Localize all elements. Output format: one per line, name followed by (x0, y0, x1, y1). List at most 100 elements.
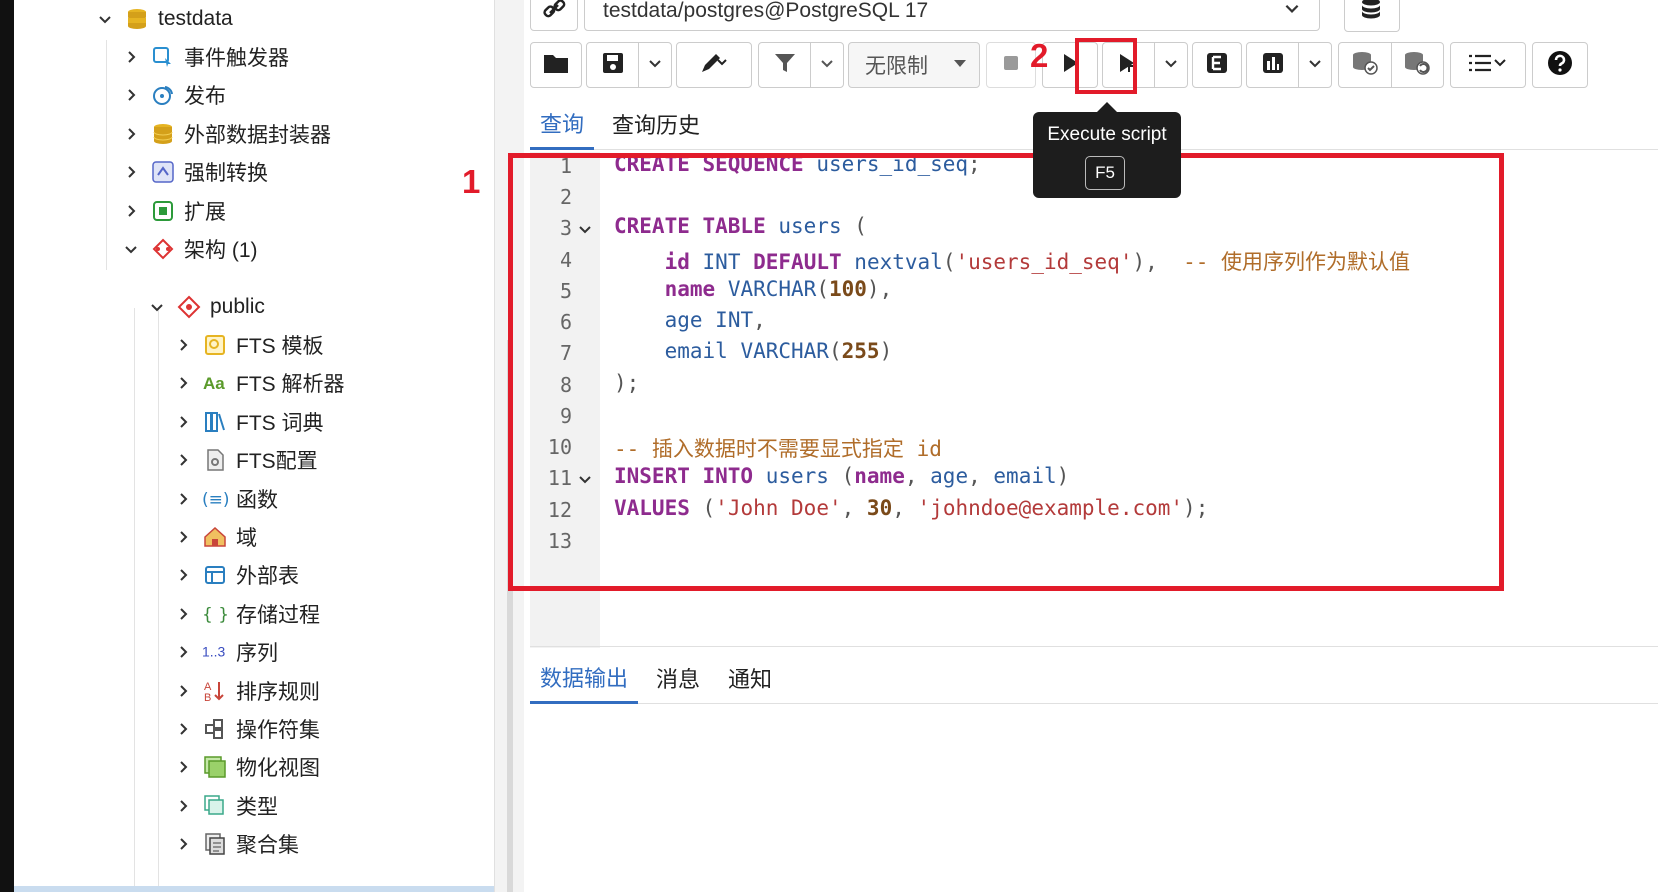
svg-text:1..3: 1..3 (202, 644, 225, 660)
tree-item-testdata[interactable]: testdata (94, 0, 233, 38)
tree-item-event-trigger[interactable]: 事件触发器 (120, 38, 289, 76)
tab-query-history[interactable]: 查询历史 (602, 98, 710, 150)
macros-button[interactable] (1450, 42, 1526, 88)
tab-messages[interactable]: 消息 (646, 652, 710, 704)
tree-item-label: 架构 (1) (184, 239, 258, 262)
tooltip-title: Execute script (1047, 124, 1167, 145)
chevron-right-icon[interactable] (172, 526, 194, 548)
filter-dropdown-button[interactable] (811, 43, 843, 87)
explain-dropdown-button[interactable] (1155, 43, 1187, 87)
explain-button[interactable] (1192, 42, 1242, 88)
open-file-button[interactable] (530, 42, 582, 88)
db-commit-icon (1351, 50, 1379, 81)
chevron-right-icon[interactable] (172, 641, 194, 663)
tree-item-label: 排序规则 (236, 680, 320, 704)
chevron-down-icon[interactable] (146, 296, 168, 318)
new-connection-button[interactable] (1344, 0, 1400, 32)
tree-item-procedure[interactable]: { } 存储过程 (172, 595, 320, 633)
chevron-right-icon[interactable] (120, 161, 142, 183)
chevron-right-icon[interactable] (120, 84, 142, 106)
chevron-right-icon[interactable] (172, 718, 194, 740)
tree-item-publication[interactable]: 发布 (120, 76, 226, 114)
row-limit-label: 无限制 (865, 55, 928, 78)
svg-text:Aa: Aa (203, 374, 225, 393)
tree-item-collation[interactable]: A B 排序规则 (172, 672, 320, 710)
tree-item-sequence[interactable]: 1..3 序列 (172, 633, 278, 671)
chevron-right-icon[interactable] (172, 411, 194, 433)
chevron-right-icon[interactable] (172, 372, 194, 394)
foreign-data-wrapper-icon (150, 121, 176, 147)
chevron-right-icon[interactable] (172, 603, 194, 625)
chevron-down-icon (1283, 0, 1301, 23)
chevron-down-icon (819, 55, 835, 76)
chevron-right-icon[interactable] (172, 680, 194, 702)
chevron-down-icon[interactable] (94, 8, 116, 30)
tree-item-fts-config[interactable]: FTS配置 (172, 441, 318, 479)
tree-item-operator[interactable]: 操作符集 (172, 710, 320, 748)
tree-item-foreign-table[interactable]: 外部表 (172, 556, 299, 594)
connection-select[interactable]: testdata/postgres@PostgreSQL 17 (584, 0, 1320, 31)
chevron-right-icon[interactable] (172, 833, 194, 855)
save-button[interactable] (587, 43, 638, 87)
tree-item-function[interactable]: (≡) 函数 (172, 480, 278, 518)
domain-icon (202, 524, 228, 550)
tree-item-extension[interactable]: 扩展 (120, 192, 226, 230)
output-tabs: 数据输出 消息 通知 (530, 652, 1658, 704)
svg-text:B: B (204, 692, 211, 703)
rollback-button[interactable] (1391, 43, 1443, 87)
chevron-right-icon[interactable] (120, 200, 142, 222)
explain-analyze-dropdown[interactable] (1299, 43, 1331, 87)
chevron-right-icon[interactable] (172, 449, 194, 471)
tree-item-schema[interactable]: 架构 (1) (120, 230, 258, 268)
tree-item-public[interactable]: public (146, 288, 265, 326)
chevron-right-icon[interactable] (172, 334, 194, 356)
tree-item-fts-template[interactable]: FTS 模板 (172, 326, 324, 364)
filter-button[interactable] (759, 43, 810, 87)
tree-item-label: testdata (158, 7, 233, 30)
chevron-right-icon[interactable] (120, 46, 142, 68)
commit-button[interactable] (1339, 43, 1391, 87)
stop-button[interactable] (986, 42, 1036, 88)
tree-item-fts-parser[interactable]: Aa FTS 解析器 (172, 364, 345, 402)
connection-status-button[interactable] (530, 0, 578, 31)
sequence-icon: 1..3 (202, 639, 228, 665)
tree-item-label: 发布 (184, 85, 226, 109)
row-limit-select[interactable]: 无限制 (848, 42, 980, 88)
explain-analyze-button[interactable] (1247, 43, 1298, 87)
tab-data-output[interactable]: 数据输出 (530, 652, 639, 704)
chevron-right-icon[interactable] (172, 564, 194, 586)
output-divider (530, 646, 1658, 647)
explain-e-icon (1206, 52, 1228, 79)
chevron-right-icon[interactable] (172, 488, 194, 510)
chevron-right-icon[interactable] (172, 756, 194, 778)
tree-item-type[interactable]: 类型 (172, 787, 278, 825)
chevron-down-icon[interactable] (120, 238, 142, 260)
tab-query[interactable]: 查询 (530, 98, 595, 150)
help-button[interactable] (1532, 42, 1588, 88)
tree-item-label: 类型 (236, 795, 278, 819)
tree-item-label: FTS 解析器 (236, 373, 345, 397)
tab-notifications[interactable]: 通知 (718, 652, 782, 704)
tree-item-materialized-view[interactable]: 物化视图 (172, 748, 320, 786)
svg-text:(≡): (≡) (202, 490, 228, 510)
tree-item-label: 外部表 (236, 565, 299, 589)
tree-item-aggregate[interactable]: 聚合集 (172, 825, 299, 863)
edit-button[interactable] (676, 42, 752, 88)
left-dark-strip (0, 0, 14, 892)
chevron-down-icon (647, 55, 663, 76)
tree-item-domain[interactable]: 域 (172, 518, 257, 556)
transaction-group (1338, 42, 1444, 88)
chevron-right-icon[interactable] (120, 123, 142, 145)
tree-item-foreign-data-wrapper[interactable]: 外部数据封装器 (120, 115, 331, 153)
tree-item-cast[interactable]: 强制转换 (120, 153, 268, 191)
fts-dictionary-icon (202, 409, 228, 435)
save-dropdown-button[interactable] (639, 43, 671, 87)
tree-item-fts-dictionary[interactable]: FTS 词典 (172, 403, 324, 441)
procedure-icon: { } (202, 601, 228, 627)
chevron-right-icon[interactable] (172, 795, 194, 817)
tree-selection-bar (14, 886, 494, 892)
tree-item-label: 域 (236, 527, 257, 550)
fts-template-icon (202, 332, 228, 358)
list-icon (1467, 52, 1509, 79)
tree-item-label: 物化视图 (236, 757, 320, 781)
